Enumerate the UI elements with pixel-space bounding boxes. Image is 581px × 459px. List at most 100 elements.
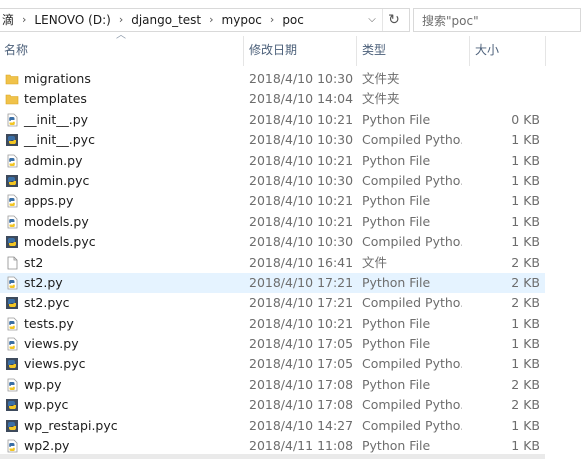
file-size: 1 KB xyxy=(511,152,540,168)
file-row[interactable]: __init__.pyc 2018/4/10 10:30 Compiled Pyth… xyxy=(0,130,545,150)
file-modified-date: 2018/4/10 17:05 xyxy=(249,356,354,372)
file-modified-date: 2018/4/10 17:21 xyxy=(249,295,354,311)
search-box[interactable] xyxy=(413,8,581,32)
file-type: Compiled Pytho... xyxy=(362,397,462,413)
file-type: Compiled Pytho... xyxy=(362,132,462,148)
file-row[interactable]: models.pyc 2018/4/10 10:30 Compiled Pytho.… xyxy=(0,232,545,252)
file-size: 1 KB xyxy=(511,213,540,229)
file-row[interactable]: wp.py 2018/4/10 17:08 Python File 2 KB xyxy=(0,375,545,395)
file-name: models.pyc xyxy=(24,234,96,250)
file-modified-date: 2018/4/10 10:30 xyxy=(249,71,354,86)
compiled-python-icon xyxy=(5,398,19,412)
file-row[interactable]: views.pyc 2018/4/10 17:05 Compiled Pytho..… xyxy=(0,354,545,374)
file-type: Python File xyxy=(362,376,431,392)
file-type: 文件 xyxy=(362,254,388,270)
column-header-type-label: 类型 xyxy=(362,43,387,57)
compiled-python-icon xyxy=(5,296,19,310)
python-file-icon xyxy=(5,439,19,453)
breadcrumb-item[interactable]: mypoc xyxy=(220,9,264,31)
breadcrumb-separator-icon[interactable]: › xyxy=(264,9,280,31)
address-history-dropdown-icon[interactable]: ⌵ xyxy=(363,9,381,31)
file-row[interactable]: models.py 2018/4/10 10:21 Python File 1 KB xyxy=(0,212,545,232)
file-name: migrations xyxy=(24,71,91,86)
file-size: 2 KB xyxy=(511,274,540,290)
file-modified-date: 2018/4/10 14:04 xyxy=(249,91,354,107)
column-header-size-label: 大小 xyxy=(475,43,500,57)
python-file-icon xyxy=(5,276,19,290)
file-size: 1 KB xyxy=(511,172,540,188)
file-modified-date: 2018/4/10 10:30 xyxy=(249,172,354,188)
file-name: admin.pyc xyxy=(24,172,90,188)
python-file-icon xyxy=(5,194,19,208)
file-row[interactable]: views.py 2018/4/10 17:05 Python File 1 KB xyxy=(0,334,545,354)
file-row[interactable]: templates 2018/4/10 14:04 文件夹 xyxy=(0,89,545,109)
file-row[interactable]: admin.pyc 2018/4/10 10:30 Compiled Pytho..… xyxy=(0,171,545,191)
file-modified-date: 2018/4/10 14:27 xyxy=(249,417,354,433)
file-row[interactable]: __init__.py 2018/4/10 10:21 Python File 0 K… xyxy=(0,110,545,130)
file-modified-date: 2018/4/10 10:21 xyxy=(249,193,354,209)
compiled-python-icon xyxy=(5,133,19,147)
file-row[interactable]: wp.pyc 2018/4/10 17:08 Compiled Pytho... 2 … xyxy=(0,395,545,415)
python-file-icon xyxy=(5,317,19,331)
address-bar[interactable]: 滴 › LENOVO (D:) › django_test › mypoc › poc ⌵ ↻ xyxy=(0,8,410,32)
file-type: Python File xyxy=(362,193,431,209)
breadcrumb-item[interactable]: poc xyxy=(280,9,306,31)
refresh-icon[interactable]: ↻ xyxy=(382,9,405,31)
column-header-date[interactable]: 修改日期 xyxy=(244,36,357,66)
search-input[interactable] xyxy=(420,10,574,32)
file-name: __init__.py xyxy=(24,111,89,127)
file-row[interactable]: migrations 2018/4/10 10:30 文件夹 xyxy=(0,69,545,89)
vertical-scrollbar[interactable] xyxy=(567,66,581,459)
column-header-name[interactable]: 名称 ︿ xyxy=(0,31,244,66)
file-size: 1 KB xyxy=(511,132,540,148)
file-type: Python File xyxy=(362,274,431,290)
file-name: st2 xyxy=(24,254,44,270)
python-file-icon xyxy=(5,337,19,351)
file-size: 1 KB xyxy=(511,234,540,250)
file-row[interactable]: tests.py 2018/4/10 10:21 Python File 1 KB xyxy=(0,314,545,334)
breadcrumb-item[interactable]: 滴 xyxy=(0,9,16,31)
python-file-icon xyxy=(5,215,19,229)
file-name: st2.py xyxy=(24,274,63,290)
column-header-date-label: 修改日期 xyxy=(249,43,298,57)
breadcrumb-item[interactable]: django_test xyxy=(129,9,203,31)
file-row[interactable]: apps.py 2018/4/10 10:21 Python File 1 KB xyxy=(0,191,545,211)
python-file-icon xyxy=(5,154,19,168)
file-row[interactable]: st2.pyc 2018/4/10 17:21 Compiled Pytho... 2… xyxy=(0,293,545,313)
file-row[interactable]: st2 2018/4/10 16:41 文件 2 KB xyxy=(0,253,545,273)
breadcrumb-separator-icon[interactable]: › xyxy=(203,9,219,31)
file-list: migrations 2018/4/10 10:30 文件夹 templates 201… xyxy=(0,69,545,456)
file-modified-date: 2018/4/10 16:41 xyxy=(249,254,354,270)
file-type: Compiled Pytho... xyxy=(362,234,462,250)
file-row[interactable]: wp_restapi.pyc 2018/4/10 14:27 Compiled Py… xyxy=(0,416,545,436)
breadcrumb-separator-icon[interactable]: › xyxy=(113,9,129,31)
folder-icon xyxy=(5,72,19,86)
file-size: 1 KB xyxy=(511,336,540,352)
file-row[interactable]: admin.py 2018/4/10 10:21 Python File 1 KB xyxy=(0,151,545,171)
breadcrumb-item[interactable]: LENOVO (D:) xyxy=(32,9,112,31)
file-name: models.py xyxy=(24,213,89,229)
horizontal-scrollbar[interactable] xyxy=(0,454,545,459)
file-size: 1 KB xyxy=(511,193,540,209)
file-name: __init__.pyc xyxy=(24,132,95,148)
file-type: Python File xyxy=(362,315,431,331)
file-type: Python File xyxy=(362,152,431,168)
file-modified-date: 2018/4/10 10:21 xyxy=(249,152,354,168)
file-size: 1 KB xyxy=(511,356,540,372)
file-name: views.pyc xyxy=(24,356,86,372)
file-name: wp.pyc xyxy=(24,397,69,413)
file-modified-date: 2018/4/10 10:30 xyxy=(249,234,354,250)
file-name: admin.py xyxy=(24,152,83,168)
column-header-type[interactable]: 类型 xyxy=(357,36,470,66)
file-row[interactable]: st2.py 2018/4/10 17:21 Python File 2 KB xyxy=(0,272,545,294)
file-name: st2.pyc xyxy=(24,295,70,311)
compiled-python-icon xyxy=(5,174,19,188)
file-size: 2 KB xyxy=(511,376,540,392)
compiled-python-icon xyxy=(5,235,19,249)
file-size: 0 KB xyxy=(511,111,540,127)
column-header-size[interactable]: 大小 xyxy=(470,36,546,66)
file-type: Compiled Pytho... xyxy=(362,417,462,433)
file-type: Compiled Pytho... xyxy=(362,172,462,188)
breadcrumb-separator-icon[interactable]: › xyxy=(16,9,32,31)
file-type: Python File xyxy=(362,336,431,352)
